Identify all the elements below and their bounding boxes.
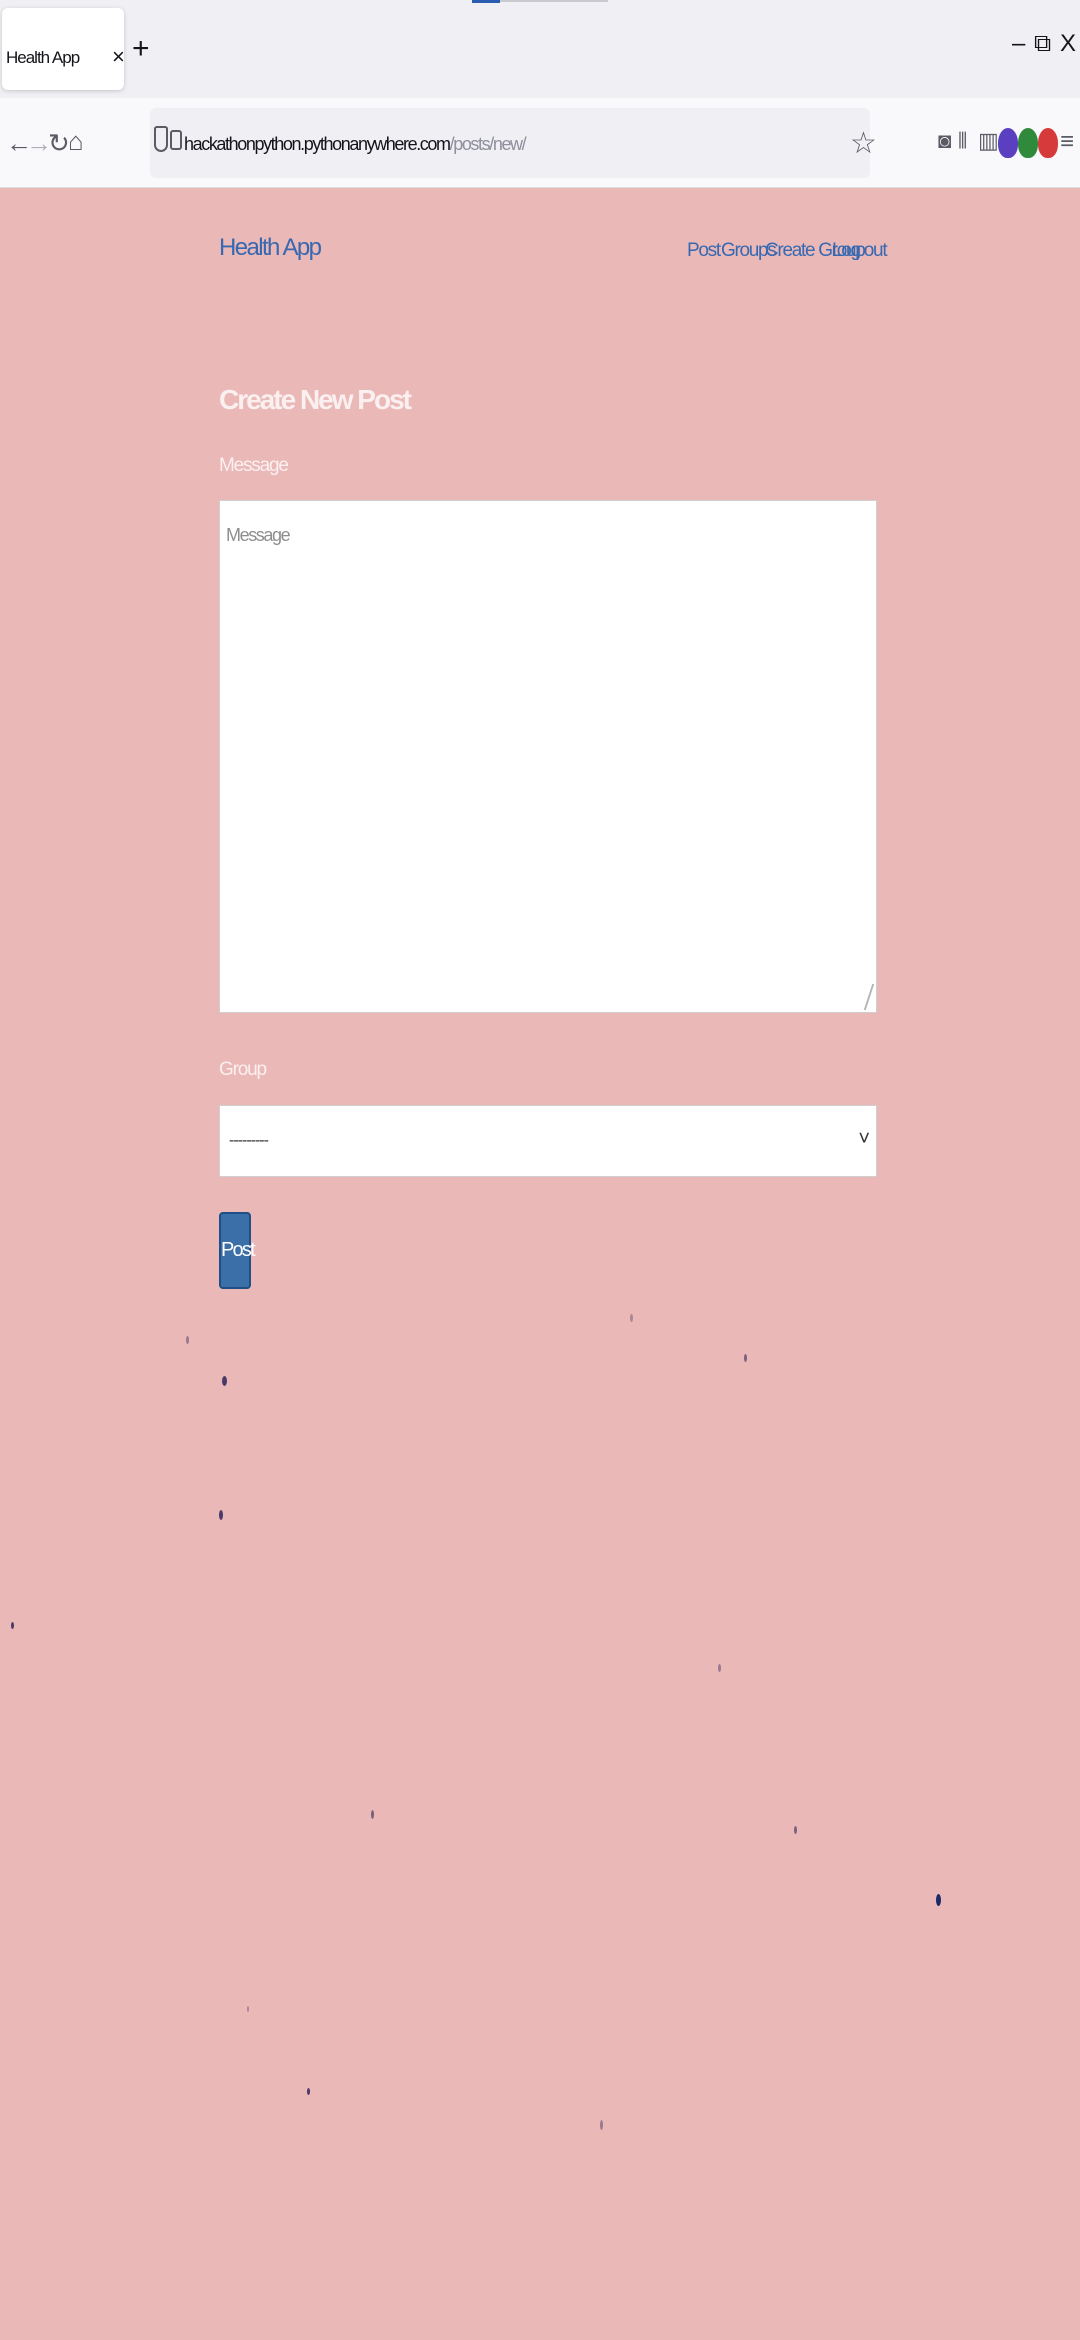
decorative-speck <box>718 1664 721 1672</box>
decorative-speck <box>744 1354 747 1362</box>
browser-tab[interactable]: Health App × <box>2 8 125 90</box>
decorative-speck <box>219 1510 223 1520</box>
decorative-speck <box>794 1826 797 1834</box>
close-window-icon[interactable]: X <box>1060 30 1076 58</box>
decorative-speck <box>307 2088 310 2095</box>
decorative-speck <box>630 1314 633 1322</box>
nav-link-post[interactable]: Post <box>687 240 721 262</box>
extension-1-icon[interactable] <box>998 128 1018 158</box>
home-icon[interactable]: ⌂ <box>68 128 84 154</box>
post-submit-button[interactable]: Post <box>219 1212 256 1289</box>
new-tab-icon[interactable]: + <box>132 32 150 66</box>
extension-3-icon[interactable] <box>1038 128 1058 158</box>
decorative-speck <box>222 1376 227 1386</box>
library-icon[interactable]: ⫴ <box>958 130 967 152</box>
url-path: /posts/new/ <box>449 134 527 154</box>
restore-icon[interactable]: ⧉ <box>1034 30 1051 58</box>
group-selected-value: --------- <box>229 1132 269 1149</box>
message-textarea[interactable] <box>219 500 877 1013</box>
group-select[interactable]: --------- ˅ <box>219 1105 877 1177</box>
tab-title: Health App <box>6 48 80 67</box>
lock-icon[interactable] <box>170 130 182 150</box>
browser-tab-bar: Health App × + – ⧉ X <box>0 0 1080 98</box>
group-label: Group <box>219 1059 267 1080</box>
message-label: Message <box>219 455 289 476</box>
url-text[interactable]: hackathonpython.pythonanywhere.com/posts… <box>184 134 527 155</box>
tab-strip-indicator <box>472 0 500 3</box>
nav-link-log-out[interactable]: Log out <box>832 240 888 262</box>
menu-icon[interactable]: ≡ <box>1060 130 1074 154</box>
decorative-speck <box>371 1810 374 1819</box>
close-tab-icon[interactable]: × <box>112 44 125 70</box>
extension-2-icon[interactable] <box>1018 128 1038 158</box>
tracking-shield-icon[interactable] <box>154 126 168 152</box>
pocket-icon[interactable]: ◙ <box>938 130 951 152</box>
decorative-speck <box>186 1336 189 1344</box>
tab-strip-indicator-2 <box>500 0 608 2</box>
page-title: Create New Post <box>219 384 412 415</box>
chevron-down-icon: ˅ <box>858 1128 870 1150</box>
reload-icon[interactable]: ↻ <box>48 130 70 156</box>
decorative-speck <box>11 1622 14 1629</box>
bookmark-star-icon[interactable]: ☆ <box>850 126 877 161</box>
reader-icon[interactable]: ▥ <box>978 130 999 152</box>
decorative-speck <box>600 2120 603 2130</box>
minimize-icon[interactable]: – <box>1012 30 1025 58</box>
site-brand[interactable]: Health App <box>219 234 322 262</box>
decorative-speck <box>936 1894 941 1906</box>
decorative-speck <box>247 2006 249 2012</box>
url-host: hackathonpython.pythonanywhere.com <box>184 134 451 154</box>
